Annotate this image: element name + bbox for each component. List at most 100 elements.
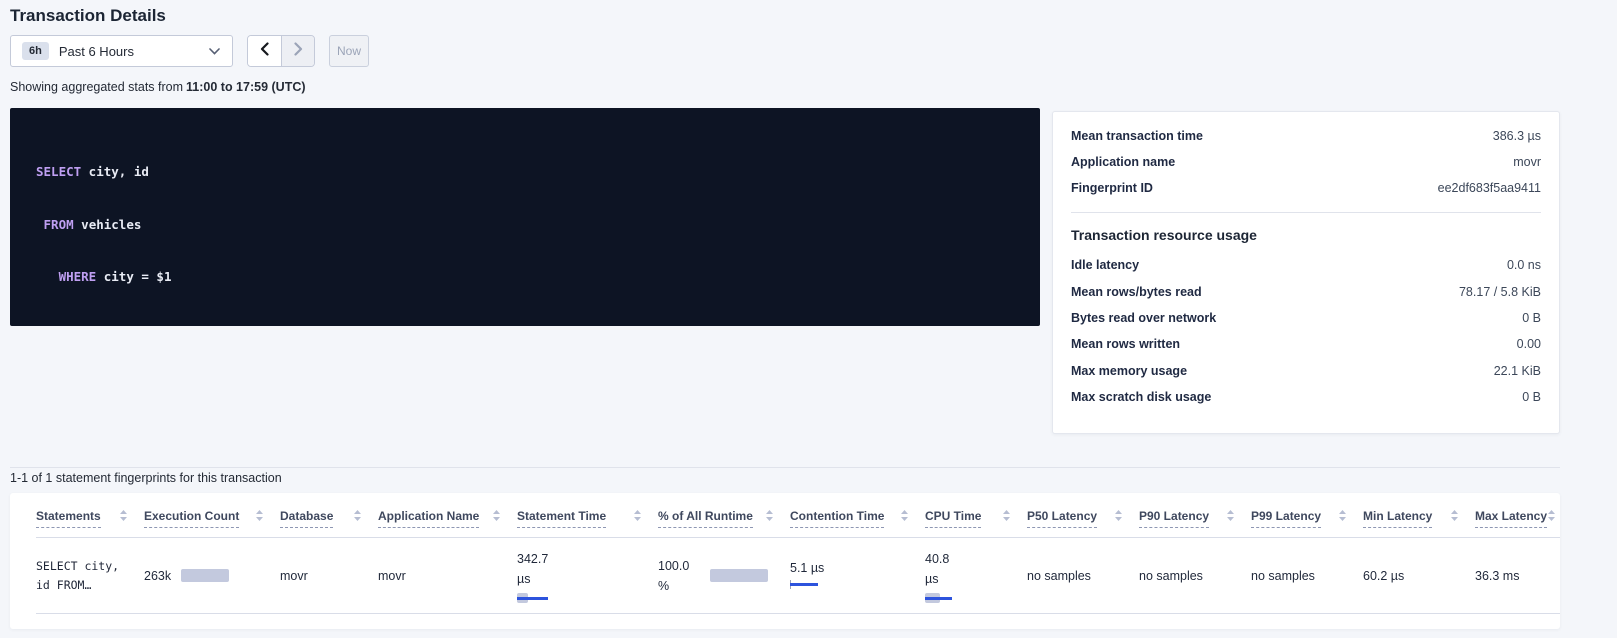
summary-row-application-name: Application name movr bbox=[1071, 149, 1541, 175]
contention-time-value: 5.1 µs bbox=[790, 561, 824, 575]
statement-count-text: 1-1 of 1 statement fingerprints for this… bbox=[10, 471, 282, 485]
sort-icon bbox=[119, 509, 128, 528]
section-divider bbox=[10, 467, 1560, 468]
prev-range-button[interactable] bbox=[248, 36, 281, 66]
resource-label: Bytes read over network bbox=[1071, 311, 1216, 325]
summary-label: Mean transaction time bbox=[1071, 129, 1203, 143]
column-header-pct-of-all-runtime[interactable]: % of All Runtime bbox=[658, 509, 790, 537]
database-value: movr bbox=[280, 569, 308, 583]
column-label: Statements bbox=[36, 509, 101, 528]
cell-p50-latency: no samples bbox=[1027, 538, 1139, 613]
cell-application-name: movr bbox=[378, 538, 517, 613]
column-header-database[interactable]: Database bbox=[280, 509, 378, 537]
time-nav-group bbox=[247, 35, 315, 67]
sql-line: FROM vehicles bbox=[36, 216, 1020, 234]
sort-icon bbox=[1338, 509, 1347, 528]
statements-table-header: Statements Execution Count Database Appl… bbox=[36, 493, 1560, 538]
pct-runtime-bar bbox=[710, 569, 768, 582]
chevron-right-icon bbox=[294, 42, 303, 61]
column-header-p99-latency[interactable]: P99 Latency bbox=[1251, 509, 1363, 537]
column-label: Max Latency bbox=[1475, 509, 1547, 528]
cell-max-latency: 36.3 ms bbox=[1475, 538, 1560, 613]
resource-usage-heading: Transaction resource usage bbox=[1071, 227, 1541, 243]
sort-icon bbox=[1450, 509, 1459, 528]
column-header-contention-time[interactable]: Contention Time bbox=[790, 509, 925, 537]
execution-count-bar bbox=[181, 569, 229, 582]
column-header-application-name[interactable]: Application Name bbox=[378, 509, 517, 537]
column-label: Statement Time bbox=[517, 509, 606, 528]
cell-execution-count: 263k bbox=[144, 538, 280, 613]
column-header-cpu-time[interactable]: CPU Time bbox=[925, 509, 1027, 537]
summary-row-mean-transaction-time: Mean transaction time 386.3 µs bbox=[1071, 123, 1541, 149]
aggregation-range-prefix: Showing aggregated stats from bbox=[10, 80, 183, 94]
p90-latency-value: no samples bbox=[1139, 569, 1203, 583]
cell-p99-latency: no samples bbox=[1251, 538, 1363, 613]
sql-statement-box: SELECT city, id FROM vehicles WHERE city… bbox=[10, 108, 1040, 326]
statement-time-line bbox=[517, 597, 548, 600]
summary-label: Fingerprint ID bbox=[1071, 181, 1153, 195]
cell-pct-of-all-runtime: 100.0 % bbox=[658, 538, 790, 613]
summary-value: 386.3 µs bbox=[1493, 129, 1541, 143]
sort-icon bbox=[1114, 509, 1123, 528]
sort-icon bbox=[1226, 509, 1235, 528]
cpu-time-value: 40.8 µs bbox=[925, 549, 961, 589]
column-label: Execution Count bbox=[144, 509, 239, 528]
max-latency-value: 36.3 ms bbox=[1475, 569, 1519, 583]
resource-row-mean-rows-bytes-read: Mean rows/bytes read 78.17 / 5.8 KiB bbox=[1071, 278, 1541, 304]
next-range-button[interactable] bbox=[281, 36, 314, 66]
column-label: Min Latency bbox=[1363, 509, 1432, 528]
transaction-summary-card: Mean transaction time 386.3 µs Applicati… bbox=[1052, 111, 1560, 434]
chevron-left-icon bbox=[260, 42, 269, 61]
column-header-p90-latency[interactable]: P90 Latency bbox=[1139, 509, 1251, 537]
sort-icon bbox=[633, 509, 642, 528]
resource-row-mean-rows-written: Mean rows written 0.00 bbox=[1071, 331, 1541, 357]
column-label: P99 Latency bbox=[1251, 509, 1321, 528]
column-header-min-latency[interactable]: Min Latency bbox=[1363, 509, 1475, 537]
now-button[interactable]: Now bbox=[329, 35, 369, 67]
cell-cpu-time: 40.8 µs bbox=[925, 538, 1027, 613]
column-header-p50-latency[interactable]: P50 Latency bbox=[1027, 509, 1139, 537]
execution-count-value: 263k bbox=[144, 569, 171, 583]
resource-label: Max memory usage bbox=[1071, 364, 1187, 378]
contention-time-line bbox=[790, 583, 818, 586]
column-header-statement-time[interactable]: Statement Time bbox=[517, 509, 658, 537]
column-header-statements[interactable]: Statements bbox=[36, 509, 144, 537]
column-header-execution-count[interactable]: Execution Count bbox=[144, 509, 280, 537]
summary-divider bbox=[1071, 212, 1541, 213]
sort-icon bbox=[353, 509, 362, 528]
sql-line: WHERE city = $1 bbox=[36, 268, 1020, 286]
resource-value: 0 B bbox=[1522, 311, 1541, 325]
resource-value: 0.0 ns bbox=[1507, 258, 1541, 272]
sort-icon bbox=[1547, 509, 1556, 528]
aggregation-range-value: 11:00 to 17:59 (UTC) bbox=[186, 80, 305, 94]
cell-statement-time: 342.7 µs bbox=[517, 538, 658, 613]
statement-link[interactable]: SELECT city, id FROM… bbox=[36, 557, 119, 595]
chevron-down-icon bbox=[209, 48, 220, 55]
cell-p90-latency: no samples bbox=[1139, 538, 1251, 613]
min-latency-value: 60.2 µs bbox=[1363, 569, 1404, 583]
column-label: CPU Time bbox=[925, 509, 981, 528]
column-header-max-latency[interactable]: Max Latency bbox=[1475, 509, 1560, 537]
resource-value: 0.00 bbox=[1517, 337, 1541, 351]
statements-table: Statements Execution Count Database Appl… bbox=[10, 493, 1560, 629]
resource-value: 78.17 / 5.8 KiB bbox=[1459, 285, 1541, 299]
time-range-label: Past 6 Hours bbox=[59, 44, 134, 59]
sort-icon bbox=[765, 509, 774, 528]
column-label: P90 Latency bbox=[1139, 509, 1209, 528]
time-range-badge: 6h bbox=[22, 42, 49, 60]
resource-label: Max scratch disk usage bbox=[1071, 390, 1211, 404]
resource-label: Mean rows/bytes read bbox=[1071, 285, 1202, 299]
cell-statement: SELECT city, id FROM… bbox=[36, 538, 144, 613]
statement-time-bar-chart bbox=[517, 593, 551, 603]
resource-value: 22.1 KiB bbox=[1494, 364, 1541, 378]
statement-row: SELECT city, id FROM… 263k movr movr 342… bbox=[36, 538, 1560, 614]
p99-latency-value: no samples bbox=[1251, 569, 1315, 583]
aggregation-range-text: Showing aggregated stats from11:00 to 17… bbox=[10, 80, 306, 94]
resource-value: 0 B bbox=[1522, 390, 1541, 404]
sort-icon bbox=[492, 509, 501, 528]
time-range-dropdown[interactable]: 6h Past 6 Hours bbox=[10, 35, 233, 67]
contention-time-bar-chart bbox=[790, 580, 820, 590]
cpu-time-bar-chart bbox=[925, 593, 955, 603]
summary-label: Application name bbox=[1071, 155, 1175, 169]
pct-runtime-value: 100.0 % bbox=[658, 556, 702, 596]
